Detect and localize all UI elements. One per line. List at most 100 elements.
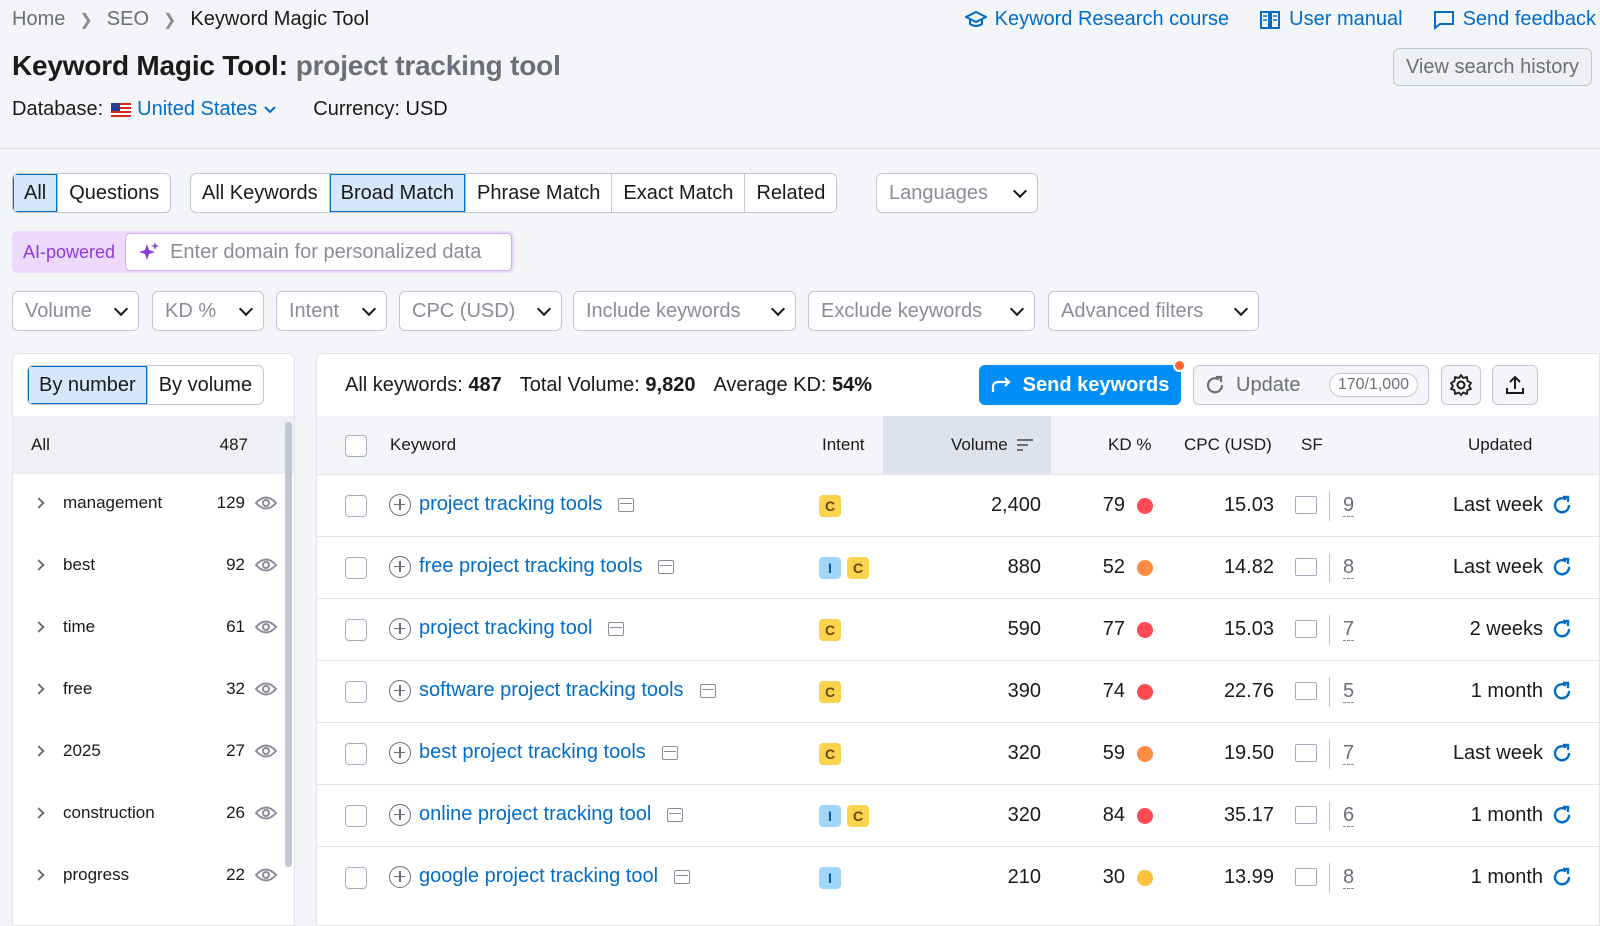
- breadcrumb-seo[interactable]: SEO: [107, 8, 149, 31]
- tab-broad-match[interactable]: Broad Match: [329, 174, 466, 212]
- serp-preview-icon[interactable]: [699, 683, 716, 698]
- send-keywords-button[interactable]: Send keywords: [979, 359, 1186, 405]
- eye-icon[interactable]: [255, 557, 277, 573]
- tab-all-keywords[interactable]: All Keywords: [191, 174, 330, 212]
- serp-preview-icon[interactable]: [674, 869, 691, 884]
- tab-phrase-match[interactable]: Phrase Match: [466, 174, 613, 212]
- breadcrumb-home[interactable]: Home: [12, 8, 65, 31]
- keyword-link[interactable]: best project tracking tools: [419, 741, 646, 764]
- add-to-list-icon[interactable]: [389, 741, 411, 764]
- keyword-link[interactable]: software project tracking tools: [419, 679, 684, 702]
- tab-questions[interactable]: Questions: [58, 174, 170, 212]
- row-checkbox[interactable]: [345, 743, 367, 765]
- row-checkbox[interactable]: [345, 495, 367, 517]
- add-to-list-icon[interactable]: [389, 617, 411, 640]
- refresh-icon[interactable]: [1551, 866, 1573, 888]
- serp-features-count[interactable]: 5: [1343, 680, 1355, 703]
- advanced-filters[interactable]: Advanced filters: [1048, 291, 1259, 331]
- send-feedback-link[interactable]: Send feedback: [1433, 8, 1596, 31]
- serp-features-icon[interactable]: [1295, 806, 1317, 824]
- eye-icon[interactable]: [255, 495, 277, 511]
- cpc-filter[interactable]: CPC (USD): [399, 291, 562, 331]
- col-intent[interactable]: Intent: [822, 435, 865, 455]
- chevron-right-icon[interactable]: [33, 497, 45, 509]
- add-to-list-icon[interactable]: [389, 679, 411, 702]
- chevron-right-icon[interactable]: [33, 559, 45, 571]
- add-to-list-icon[interactable]: [389, 555, 411, 578]
- group-item[interactable]: construction 26: [13, 782, 283, 844]
- eye-icon[interactable]: [255, 619, 277, 635]
- user-manual-link[interactable]: User manual: [1259, 8, 1403, 31]
- group-item[interactable]: progress 22: [13, 844, 283, 906]
- chevron-right-icon[interactable]: [33, 683, 45, 695]
- chevron-right-icon[interactable]: [33, 745, 45, 757]
- export-button[interactable]: [1492, 365, 1538, 405]
- refresh-icon[interactable]: [1551, 618, 1573, 640]
- by-volume-tab[interactable]: By volume: [148, 366, 263, 404]
- serp-features-icon[interactable]: [1295, 682, 1317, 700]
- serp-features-count[interactable]: 9: [1343, 494, 1355, 517]
- add-to-list-icon[interactable]: [389, 865, 411, 888]
- refresh-icon[interactable]: [1551, 742, 1573, 764]
- chevron-right-icon[interactable]: [33, 621, 45, 633]
- add-to-list-icon[interactable]: [389, 493, 411, 516]
- select-all-checkbox[interactable]: [345, 435, 367, 457]
- eye-icon[interactable]: [255, 867, 277, 883]
- refresh-icon[interactable]: [1551, 804, 1573, 826]
- by-number-tab[interactable]: By number: [28, 366, 148, 404]
- chevron-right-icon[interactable]: [33, 869, 45, 881]
- chevron-right-icon[interactable]: [33, 807, 45, 819]
- serp-features-count[interactable]: 8: [1343, 556, 1355, 579]
- group-item[interactable]: 2025 27: [13, 720, 283, 782]
- serp-features-icon[interactable]: [1295, 744, 1317, 762]
- serp-features-icon[interactable]: [1295, 558, 1317, 576]
- update-button[interactable]: Update 170/1,000: [1193, 365, 1429, 405]
- tab-exact-match[interactable]: Exact Match: [612, 174, 746, 212]
- col-updated[interactable]: Updated: [1468, 435, 1532, 455]
- eye-icon[interactable]: [255, 743, 277, 759]
- row-checkbox[interactable]: [345, 867, 367, 889]
- domain-input[interactable]: Enter domain for personalized data: [125, 233, 512, 271]
- group-item[interactable]: time 61: [13, 596, 283, 658]
- group-item[interactable]: free 32: [13, 658, 283, 720]
- add-to-list-icon[interactable]: [389, 803, 411, 826]
- serp-preview-icon[interactable]: [608, 621, 625, 636]
- include-keywords-filter[interactable]: Include keywords: [573, 291, 796, 331]
- settings-button[interactable]: [1441, 365, 1481, 405]
- col-keyword[interactable]: Keyword: [390, 435, 456, 455]
- keyword-link[interactable]: project tracking tool: [419, 617, 592, 640]
- keyword-research-course-link[interactable]: Keyword Research course: [964, 8, 1229, 31]
- keyword-link[interactable]: online project tracking tool: [419, 803, 651, 826]
- scrollbar[interactable]: [285, 422, 292, 867]
- group-item[interactable]: best 92: [13, 534, 283, 596]
- serp-features-count[interactable]: 6: [1343, 804, 1355, 827]
- database-selector[interactable]: United States: [111, 98, 277, 121]
- tab-all[interactable]: All: [13, 174, 59, 212]
- refresh-icon[interactable]: [1551, 556, 1573, 578]
- serp-preview-icon[interactable]: [618, 497, 635, 512]
- row-checkbox[interactable]: [345, 681, 367, 703]
- serp-features-count[interactable]: 7: [1343, 618, 1355, 641]
- view-search-history-button[interactable]: View search history: [1392, 48, 1592, 86]
- serp-features-icon[interactable]: [1295, 496, 1317, 514]
- volume-filter[interactable]: Volume: [12, 291, 139, 331]
- serp-preview-icon[interactable]: [667, 807, 684, 822]
- col-sf[interactable]: SF: [1301, 435, 1323, 455]
- tab-related[interactable]: Related: [745, 174, 836, 212]
- keyword-link[interactable]: project tracking tools: [419, 493, 602, 516]
- keyword-link[interactable]: free project tracking tools: [419, 555, 642, 578]
- exclude-keywords-filter[interactable]: Exclude keywords: [808, 291, 1035, 331]
- keyword-link[interactable]: google project tracking tool: [419, 865, 658, 888]
- serp-features-icon[interactable]: [1295, 620, 1317, 638]
- eye-icon[interactable]: [255, 805, 277, 821]
- row-checkbox[interactable]: [345, 619, 367, 641]
- col-cpc[interactable]: CPC (USD): [1184, 435, 1272, 455]
- kd-filter[interactable]: KD %: [152, 291, 264, 331]
- row-checkbox[interactable]: [345, 805, 367, 827]
- refresh-icon[interactable]: [1551, 680, 1573, 702]
- languages-dropdown[interactable]: Languages: [876, 173, 1038, 213]
- group-all[interactable]: All 487: [13, 416, 294, 474]
- serp-features-count[interactable]: 7: [1343, 742, 1355, 765]
- intent-filter[interactable]: Intent: [276, 291, 387, 331]
- serp-preview-icon[interactable]: [661, 745, 678, 760]
